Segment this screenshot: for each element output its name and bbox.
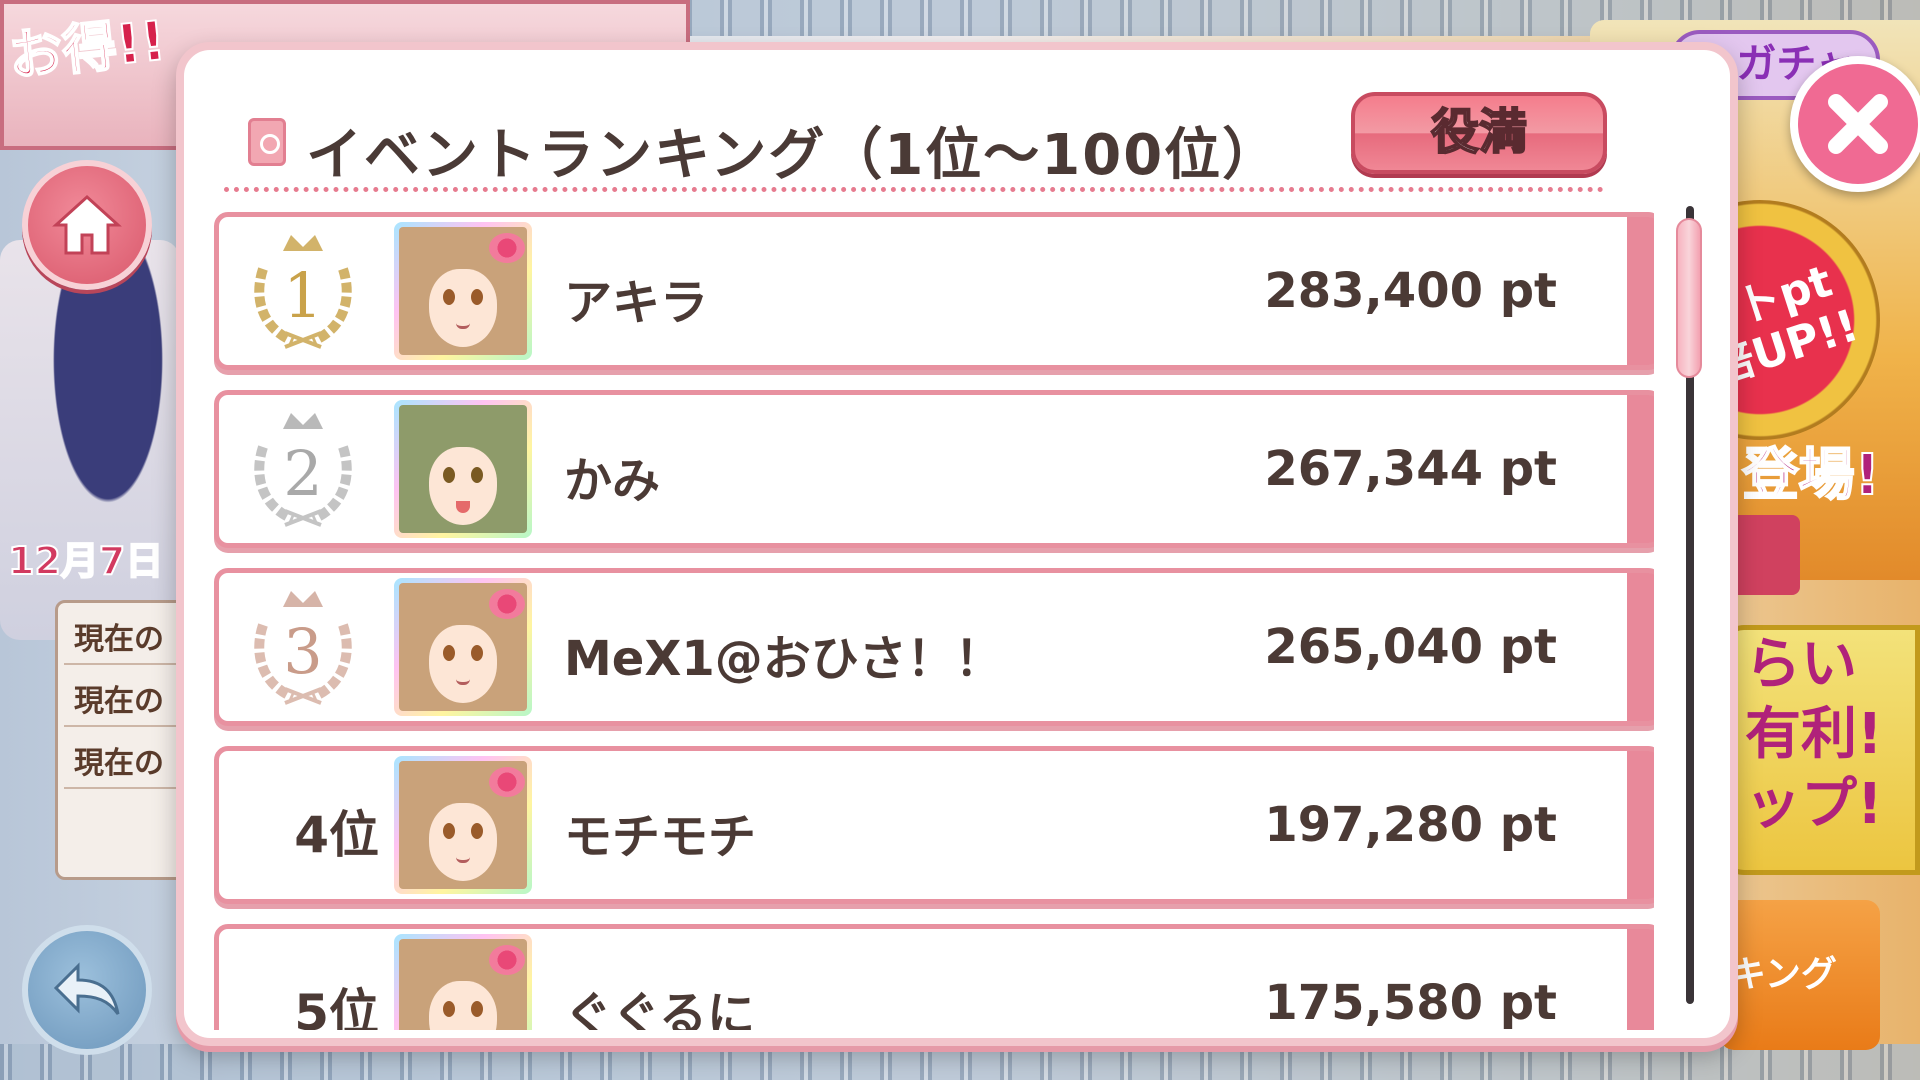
banner-text: お得!! (5, 8, 170, 89)
player-points: 197,280 pt (1264, 797, 1557, 853)
ranking-book-icon (248, 118, 286, 166)
ranking-row[interactable]: 3 MeX1@おひさ！！ 265,040 pt (214, 568, 1654, 726)
avatar-portrait (399, 405, 527, 533)
rank-number: 3 (283, 615, 322, 688)
back-button[interactable] (22, 925, 152, 1055)
player-name: モチモチ (564, 809, 757, 865)
silver-crown-rank-icon: 2 (243, 407, 363, 535)
ranking-modal: イベントランキング（1位～100位） 役満 1 アキラ 283,400 pt 2… (176, 42, 1920, 1046)
player-avatar[interactable] (394, 934, 532, 1030)
promo-banner: らい 有利! ップ! (1720, 625, 1920, 875)
ranking-row[interactable]: 2 かみ 267,344 pt (214, 390, 1654, 548)
home-icon (52, 194, 122, 255)
player-avatar[interactable] (394, 400, 532, 538)
player-points: 175,580 pt (1264, 975, 1557, 1030)
flower-icon (489, 589, 525, 619)
player-points: 265,040 pt (1264, 619, 1557, 675)
player-name: ぐぐるに (564, 987, 756, 1030)
player-name: かみ (564, 453, 661, 509)
home-button[interactable] (22, 160, 152, 290)
modal-header: イベントランキング（1位～100位） 役満 (224, 80, 1607, 192)
player-name: アキラ (564, 275, 709, 331)
scrollbar-thumb[interactable] (1676, 218, 1702, 378)
rank-label: 5位 (294, 984, 379, 1030)
rank-number: 1 (283, 259, 322, 332)
rank-number: 2 (283, 437, 322, 510)
rank-label: 4位 (294, 806, 379, 864)
avatar-portrait (399, 939, 527, 1030)
close-button[interactable] (1790, 56, 1920, 192)
modal-title: イベントランキング（1位～100位） (306, 123, 1281, 188)
player-points: 267,344 pt (1264, 441, 1557, 497)
player-name: MeX1@おひさ！！ (564, 631, 1003, 687)
modal-body: イベントランキング（1位～100位） 役満 1 アキラ 283,400 pt 2… (184, 50, 1730, 1038)
ranking-row[interactable]: 1 アキラ 283,400 pt (214, 212, 1654, 370)
ranking-list[interactable]: 1 アキラ 283,400 pt 2 かみ 267,344 pt 3 MeX1@… (214, 200, 1654, 1030)
player-avatar[interactable] (394, 578, 532, 716)
avatar-portrait (399, 583, 527, 711)
appearance-text: 登場! (1741, 442, 1881, 509)
gold-crown-rank-icon: 1 (243, 229, 363, 357)
avatar-portrait (399, 227, 527, 355)
event-date: 12月7日 (7, 538, 164, 584)
avatar-portrait (399, 761, 527, 889)
ranking-row[interactable]: 5位 ぐぐるに 175,580 pt (214, 924, 1654, 1030)
ranking-row[interactable]: 4位 モチモチ 197,280 pt (214, 746, 1654, 904)
close-icon (1828, 94, 1888, 154)
bottom-border-pattern (0, 1044, 1920, 1080)
yakuman-toggle-button[interactable]: 役満 (1351, 92, 1607, 174)
ranking-shortcut-button: キング (1720, 900, 1880, 1050)
player-avatar[interactable] (394, 756, 532, 894)
bronze-crown-rank-icon: 3 (243, 585, 363, 713)
flower-icon (489, 233, 525, 263)
back-arrow-icon (53, 962, 120, 1015)
flower-icon (489, 945, 525, 975)
player-avatar[interactable] (394, 222, 532, 360)
player-points: 283,400 pt (1264, 263, 1557, 319)
flower-icon (489, 767, 525, 797)
